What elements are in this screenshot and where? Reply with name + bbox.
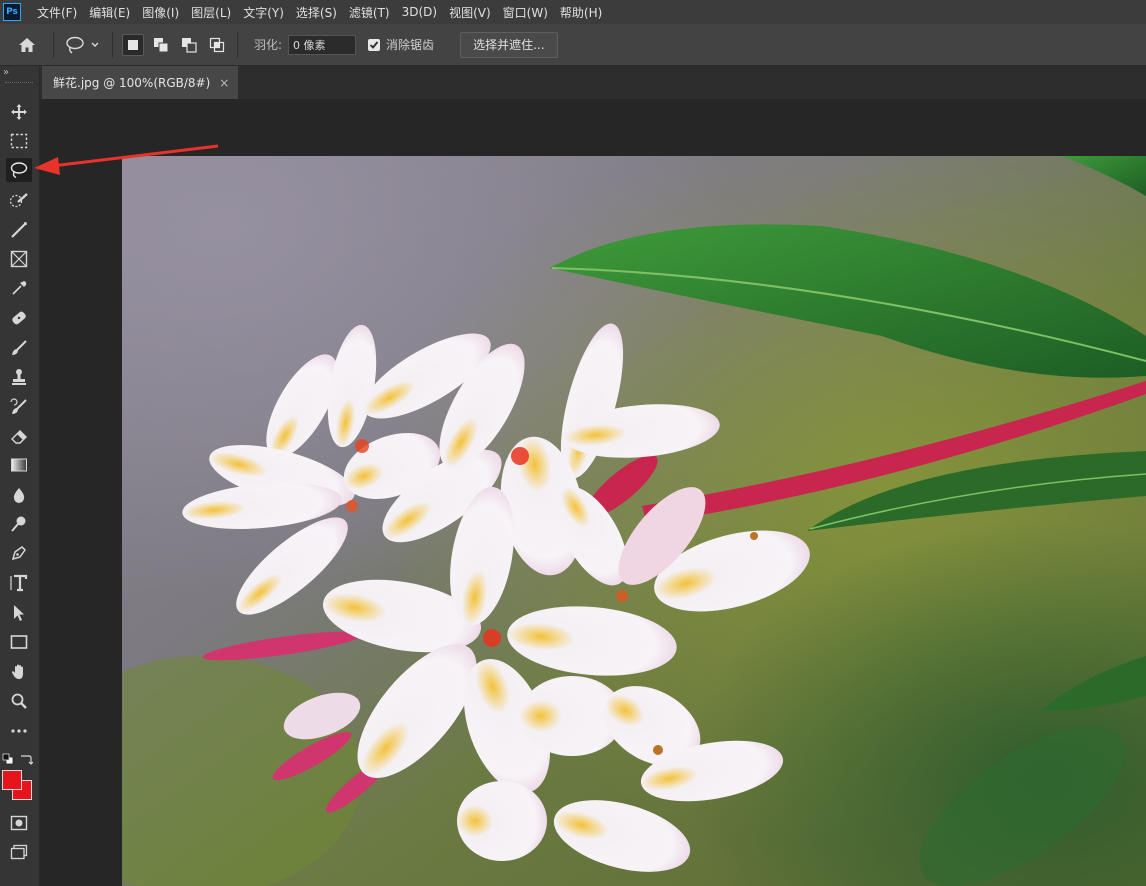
menu-select[interactable]: 选择(S) [290, 4, 343, 21]
frame-tool-icon[interactable] [6, 247, 32, 271]
lasso-tool-icon[interactable] [6, 158, 32, 182]
menu-image[interactable]: 图像(I) [136, 4, 185, 21]
menu-view[interactable]: 视图(V) [443, 4, 497, 21]
path-selection-tool-icon[interactable] [6, 601, 32, 625]
select-and-mask-button[interactable]: 选择并遮住... [460, 31, 558, 58]
eraser-tool-icon[interactable] [6, 424, 32, 448]
menu-type[interactable]: 文字(Y) [237, 4, 290, 21]
menu-3d[interactable]: 3D(D) [396, 5, 443, 19]
brush-tool-icon[interactable] [6, 336, 32, 360]
document-tab-title: 鲜花.jpg @ 100%(RGB/8#) [53, 76, 211, 90]
default-colors-icon[interactable] [2, 750, 14, 765]
options-divider [53, 31, 54, 58]
collapse-panel-icon[interactable]: » [3, 67, 9, 78]
quick-selection-tool-icon[interactable] [6, 189, 32, 213]
intersect-selection-icon[interactable] [206, 34, 228, 56]
pen-tool-icon[interactable] [6, 541, 32, 565]
more-tools-icon[interactable] [6, 719, 32, 743]
options-bar: 羽化: 消除锯齿 选择并遮住... [0, 24, 1146, 66]
subtract-from-selection-icon[interactable] [178, 34, 200, 56]
hand-tool-icon[interactable] [6, 660, 32, 684]
quick-mask-icon[interactable] [6, 811, 32, 835]
blur-tool-icon[interactable] [6, 483, 32, 507]
document-tab[interactable]: 鲜花.jpg @ 100%(RGB/8#) × [42, 66, 238, 99]
gradient-tool-icon[interactable] [6, 453, 32, 477]
foreground-color-swatch[interactable] [2, 770, 22, 790]
menu-layer[interactable]: 图层(L) [185, 4, 237, 21]
rectangle-tool-icon[interactable] [6, 630, 32, 654]
new-selection-icon[interactable] [122, 33, 144, 56]
menu-help[interactable]: 帮助(H) [554, 4, 608, 21]
zoom-tool-icon[interactable] [6, 689, 32, 713]
marquee-tool-icon[interactable] [6, 129, 32, 153]
eyedropper-tool-icon[interactable] [6, 276, 32, 300]
move-tool-icon[interactable] [6, 100, 32, 124]
screen-mode-icon[interactable] [6, 840, 32, 864]
options-divider [237, 31, 238, 58]
home-icon[interactable] [16, 34, 38, 56]
healing-brush-tool-icon[interactable] [6, 306, 32, 330]
feather-label: 羽化: [254, 38, 283, 52]
type-tool-icon[interactable] [6, 571, 32, 595]
options-divider [112, 31, 113, 58]
tool-preset-picker[interactable] [63, 34, 103, 56]
menu-file[interactable]: 文件(F) [31, 4, 83, 21]
panel-grip[interactable] [5, 82, 33, 86]
crop-tool-icon[interactable] [6, 218, 32, 242]
menu-window[interactable]: 窗口(W) [497, 4, 554, 21]
add-to-selection-icon[interactable] [150, 34, 172, 56]
photoshop-logo-icon: Ps [3, 3, 21, 21]
menu-filter[interactable]: 滤镜(T) [343, 4, 396, 21]
dodge-tool-icon[interactable] [6, 512, 32, 536]
tools-panel: » [0, 66, 40, 886]
close-tab-icon[interactable]: × [219, 76, 229, 90]
feather-input[interactable] [288, 34, 357, 55]
clone-stamp-tool-icon[interactable] [6, 365, 32, 389]
menu-bar: Ps 文件(F) 编辑(E) 图像(I) 图层(L) 文字(Y) 选择(S) 滤… [0, 0, 1146, 24]
swap-colors-icon[interactable] [19, 750, 34, 765]
document-tab-bar: 鲜花.jpg @ 100%(RGB/8#) × [40, 66, 1146, 99]
menu-edit[interactable]: 编辑(E) [83, 4, 136, 21]
canvas-area[interactable] [40, 99, 1146, 886]
antialias-label: 消除锯齿 [386, 38, 435, 52]
history-brush-tool-icon[interactable] [6, 395, 32, 419]
flower-photo[interactable] [122, 156, 1146, 886]
antialias-checkbox[interactable] [368, 38, 381, 51]
